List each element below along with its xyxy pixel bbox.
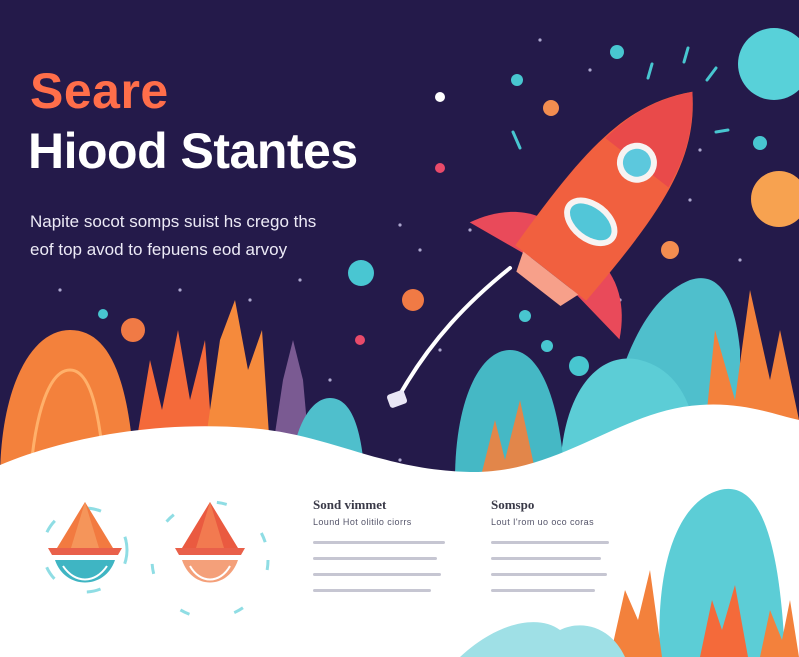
planet-small-orange bbox=[402, 289, 424, 311]
text-line-placeholder bbox=[313, 573, 441, 576]
text-line-placeholder bbox=[491, 573, 607, 576]
column-subtitle: Lout I'rom uo oco coras bbox=[491, 517, 594, 527]
column-title: Somspo bbox=[491, 497, 535, 512]
text-line-placeholder bbox=[313, 557, 437, 560]
hero-headline: Hiood Stantes bbox=[28, 123, 358, 179]
text-line-placeholder bbox=[491, 589, 595, 592]
text-line-placeholder bbox=[313, 541, 445, 544]
text-line-placeholder bbox=[491, 557, 601, 560]
hero-body-line: eof top avod to fepuens eod arvoy bbox=[30, 240, 288, 259]
hero-kicker: Seare bbox=[30, 63, 169, 119]
planet-small-teal bbox=[348, 260, 374, 286]
hero-illustration: Seare Hiood Stantes Napite socot somps s… bbox=[0, 0, 799, 657]
text-line-placeholder bbox=[491, 541, 609, 544]
text-line-placeholder bbox=[313, 589, 431, 592]
column-title: Sond vimmet bbox=[313, 497, 387, 512]
column-subtitle: Lound Hot olitilo ciorrs bbox=[313, 517, 412, 527]
hero-body-line: Napite socot somps suist hs crego ths bbox=[30, 212, 317, 231]
